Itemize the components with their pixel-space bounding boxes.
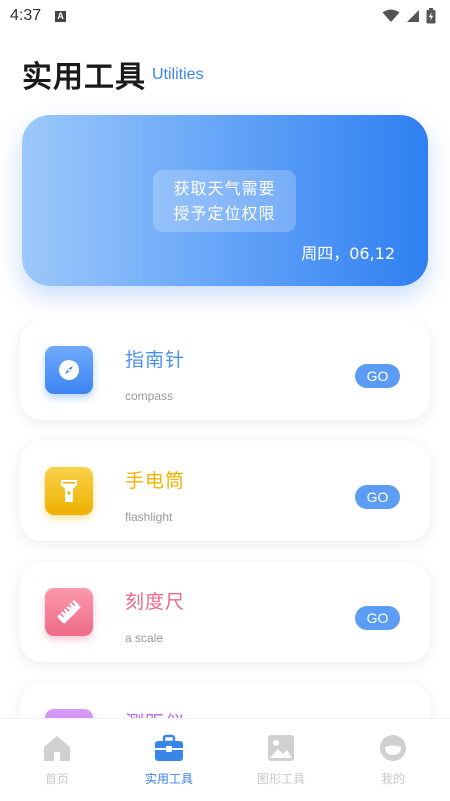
nav-item-profile[interactable]: 我的 [337,733,449,793]
page-subtitle: Utilities [152,66,204,83]
toolbox-icon [154,733,184,763]
nav-item-graphics[interactable]: 图形工具 [225,733,337,793]
nav-item-home[interactable]: 首页 [1,733,113,793]
location-permission-prompt[interactable]: 获取天气需要 授予定位权限 [153,170,296,232]
profile-icon [378,733,408,763]
tool-card-rangefinder[interactable]: 测距仪 GO [20,683,430,718]
weather-date: 周四，06,12 [301,244,395,263]
nav-label: 首页 [44,772,69,786]
nav-label: 实用工具 [144,772,193,786]
tool-name: 刻度尺 [125,591,186,613]
image-icon [266,733,296,763]
tool-english-name: flashlight [125,510,173,524]
ruler-icon [45,588,93,636]
page-title: 实用工具 [22,60,146,95]
tool-card-flashlight[interactable]: 手电筒 flashlight GO [20,441,430,541]
tool-english-name: compass [125,389,174,403]
tool-name: 测距仪 [125,708,185,718]
flashlight-icon [45,467,93,515]
rangefinder-icon [45,709,93,718]
bottom-nav: 首页 实用工具 图形工具 我的 [0,718,450,801]
tool-name: 指南针 [125,349,186,371]
notification-icon: A [55,10,67,22]
status-icons [382,8,436,24]
nav-label: 图形工具 [256,772,305,786]
go-button[interactable]: GO [355,606,400,630]
battery-icon [426,8,436,24]
tool-english-name: a scale [125,631,164,645]
permission-message-line2: 授予定位权限 [173,204,276,223]
tool-list[interactable]: 指南针 compass GO 手电筒 flashlight GO 刻度尺 a s… [0,320,450,718]
home-icon [42,733,72,763]
status-time: 4:37 [10,7,42,24]
wifi-icon [382,9,400,22]
status-bar: 4:37 A [0,0,450,32]
tool-card-ruler[interactable]: 刻度尺 a scale GO [20,562,430,662]
signal-icon [407,10,419,22]
nav-label: 我的 [380,772,405,786]
tool-name: 手电筒 [125,470,186,492]
nav-item-utilities[interactable]: 实用工具 [113,733,225,793]
compass-icon [45,346,93,394]
tool-card-compass[interactable]: 指南针 compass GO [20,320,430,420]
permission-message-line1: 获取天气需要 [173,179,276,198]
weather-card[interactable]: 获取天气需要 授予定位权限 周四，06,12 [22,115,428,286]
go-button[interactable]: GO [355,485,400,509]
go-button[interactable]: GO [355,364,400,388]
